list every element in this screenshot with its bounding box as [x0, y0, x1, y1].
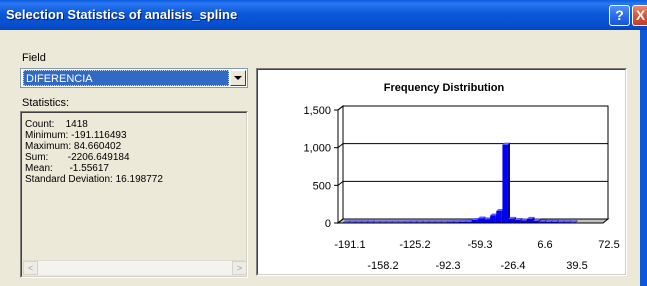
- stat-mean: Mean: -1.55617: [25, 163, 109, 174]
- x-tick-label: -59.3: [467, 239, 492, 251]
- histogram-bar: [484, 219, 490, 223]
- scroll-right-icon[interactable]: >: [232, 261, 247, 275]
- histogram-bar: [496, 210, 502, 223]
- x-tick-label: -191.1: [334, 239, 365, 251]
- x-tick-label: 72.5: [598, 239, 619, 251]
- histogram-bar: [508, 218, 515, 223]
- frequency-chart-panel: Frequency Distribution 1,500 1,000 500 0 -1…: [256, 68, 627, 276]
- x-tick-label: 6.6: [537, 239, 552, 251]
- stat-minimum: Minimum: -191.116493: [25, 130, 127, 141]
- field-dropdown-value: DIFERENCIA: [23, 70, 229, 86]
- x-tick-label: 39.5: [566, 260, 587, 272]
- histogram-bar: [490, 215, 496, 223]
- selection-statistics-dialog: Selection Statistics of analisis_spline …: [0, 0, 647, 286]
- chevron-down-icon[interactable]: [230, 70, 246, 86]
- field-dropdown[interactable]: DIFERENCIA: [20, 68, 248, 88]
- x-tick-label: -26.4: [500, 260, 525, 272]
- frequency-chart: Frequency Distribution 1,500 1,000 500 0 -1…: [303, 82, 619, 272]
- stat-std-dev: Standard Deviation: 16.198772: [25, 174, 163, 185]
- field-label: Field: [22, 52, 46, 64]
- plot-side-wall: [337, 104, 344, 225]
- horizontal-scrollbar[interactable]: < >: [23, 260, 247, 275]
- y-tick-label: 1,500: [303, 105, 331, 117]
- y-tick-label: 0: [325, 218, 331, 230]
- plot-back-wall: [342, 105, 609, 220]
- histogram-bar: [502, 144, 508, 223]
- title-bar[interactable]: Selection Statistics of analisis_spline …: [0, 0, 647, 30]
- scroll-left-icon[interactable]: <: [23, 261, 38, 275]
- x-tick-label: -125.2: [399, 239, 430, 251]
- x-tick-label: -92.3: [435, 260, 460, 272]
- y-tick-label: 1,000: [303, 143, 331, 155]
- stat-sum: Sum: -2206.649184: [25, 152, 130, 163]
- close-button[interactable]: X: [632, 5, 647, 26]
- window-title: Selection Statistics of analisis_spline: [6, 7, 238, 22]
- x-tick-label: -158.2: [367, 260, 398, 272]
- histogram-bar: [526, 218, 533, 223]
- stat-count: Count: 1418: [25, 119, 88, 130]
- statistics-textbox[interactable]: Count: 1418 Minimum: -191.116493 Maximum…: [20, 111, 248, 278]
- chart-title: Frequency Distribution: [384, 82, 505, 94]
- histogram-bar-side: [507, 142, 510, 223]
- statistics-label: Statistics:: [22, 97, 70, 109]
- help-button[interactable]: ?: [609, 5, 630, 26]
- window-border: [640, 30, 647, 286]
- stat-maximum: Maximum: 84.660402: [25, 141, 122, 152]
- y-tick-label: 500: [313, 180, 331, 192]
- histogram-bar: [477, 218, 484, 223]
